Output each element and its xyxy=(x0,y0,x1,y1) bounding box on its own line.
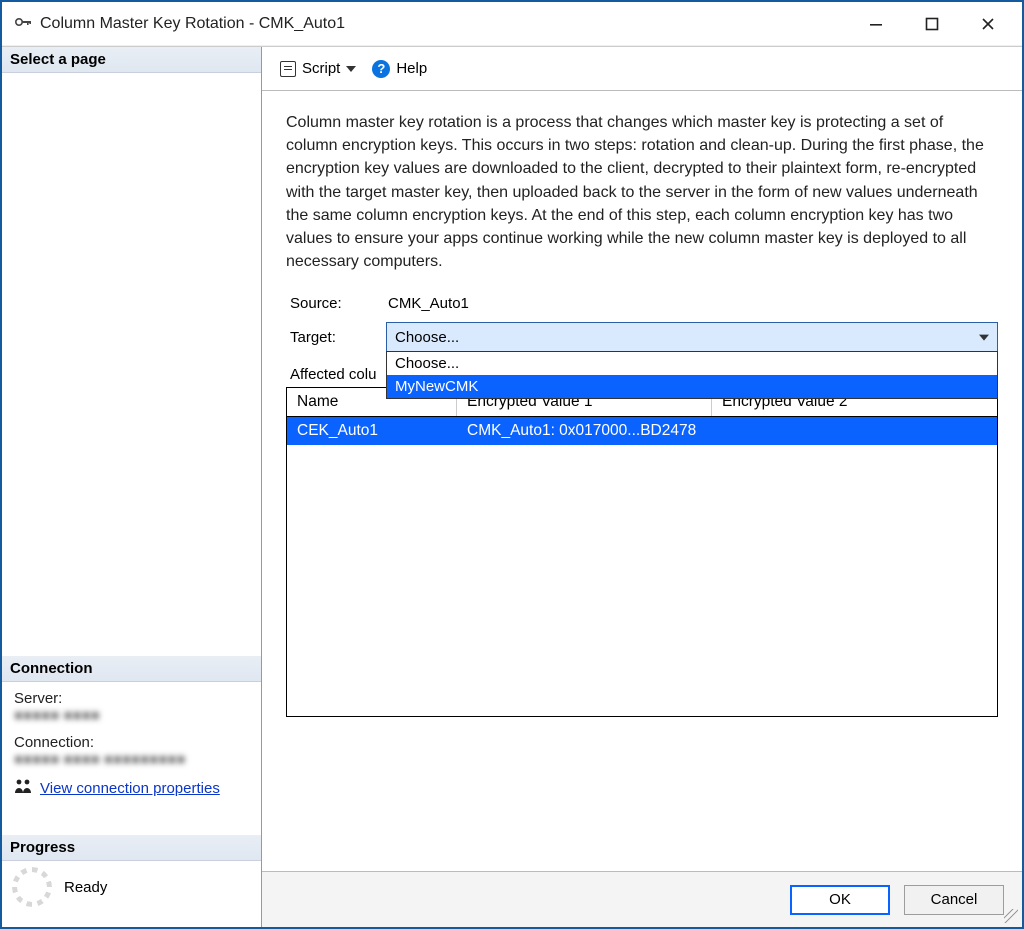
connection-label: Connection: xyxy=(14,734,249,751)
server-label: Server: xyxy=(14,690,249,707)
combobox-caret-icon xyxy=(979,335,989,341)
server-value: ■■■■■ ■■■■ xyxy=(14,707,249,724)
window-title: Column Master Key Rotation - CMK_Auto1 xyxy=(40,15,345,33)
dialog-window: Column Master Key Rotation - CMK_Auto1 S… xyxy=(0,0,1024,929)
target-label: Target: xyxy=(286,329,386,346)
key-icon xyxy=(14,15,32,33)
progress-header: Progress xyxy=(2,835,261,861)
connection-icon xyxy=(14,778,32,799)
titlebar: Column Master Key Rotation - CMK_Auto1 xyxy=(2,2,1022,46)
minimize-button[interactable] xyxy=(848,6,904,42)
cell-ev1: CMK_Auto1: 0x017000...BD2478 xyxy=(457,417,712,445)
ok-button[interactable]: OK xyxy=(790,885,890,915)
script-button[interactable]: Script xyxy=(276,58,360,79)
help-label: Help xyxy=(396,60,427,77)
help-button[interactable]: ? Help xyxy=(368,58,431,80)
maximize-button[interactable] xyxy=(904,6,960,42)
view-connection-properties-link[interactable]: View connection properties xyxy=(40,780,220,797)
source-label: Source: xyxy=(286,295,386,312)
target-combobox[interactable]: Choose... Choose... MyNewCMK xyxy=(386,322,998,352)
dialog-footer: OK Cancel xyxy=(262,871,1022,927)
connection-value: ■■■■■ ■■■■ ■■■■■■■■■ xyxy=(14,751,249,768)
progress-status: Ready xyxy=(64,879,107,896)
target-option[interactable]: MyNewCMK xyxy=(387,375,997,398)
cancel-button[interactable]: Cancel xyxy=(904,885,1004,915)
target-dropdown-list: Choose... MyNewCMK xyxy=(386,351,998,399)
cell-name: CEK_Auto1 xyxy=(287,417,457,445)
close-button[interactable] xyxy=(960,6,1016,42)
toolbar: Script ? Help xyxy=(262,47,1022,91)
ok-label: OK xyxy=(829,891,851,908)
help-icon: ? xyxy=(372,60,390,78)
chevron-down-icon xyxy=(346,66,356,72)
target-selected-text: Choose... xyxy=(395,329,459,346)
select-page-header: Select a page xyxy=(2,47,261,73)
connection-header: Connection xyxy=(2,656,261,682)
script-label: Script xyxy=(302,60,340,77)
progress-spinner-icon xyxy=(12,867,52,907)
affected-columns-table: Name Encrypted Value 1 Encrypted Value 2… xyxy=(286,387,998,717)
resize-grip[interactable] xyxy=(1004,909,1018,923)
description-text: Column master key rotation is a process … xyxy=(286,111,998,273)
source-value: CMK_Auto1 xyxy=(386,295,469,312)
table-row[interactable]: CEK_Auto1 CMK_Auto1: 0x017000...BD2478 xyxy=(287,417,997,445)
cancel-label: Cancel xyxy=(931,891,978,908)
sidebar: Select a page Connection Server: ■■■■■ ■… xyxy=(2,47,262,927)
script-icon xyxy=(280,61,296,77)
target-option[interactable]: Choose... xyxy=(387,352,997,375)
main-panel: Script ? Help Column master key rotation… xyxy=(262,47,1022,927)
cell-ev2 xyxy=(712,417,997,445)
